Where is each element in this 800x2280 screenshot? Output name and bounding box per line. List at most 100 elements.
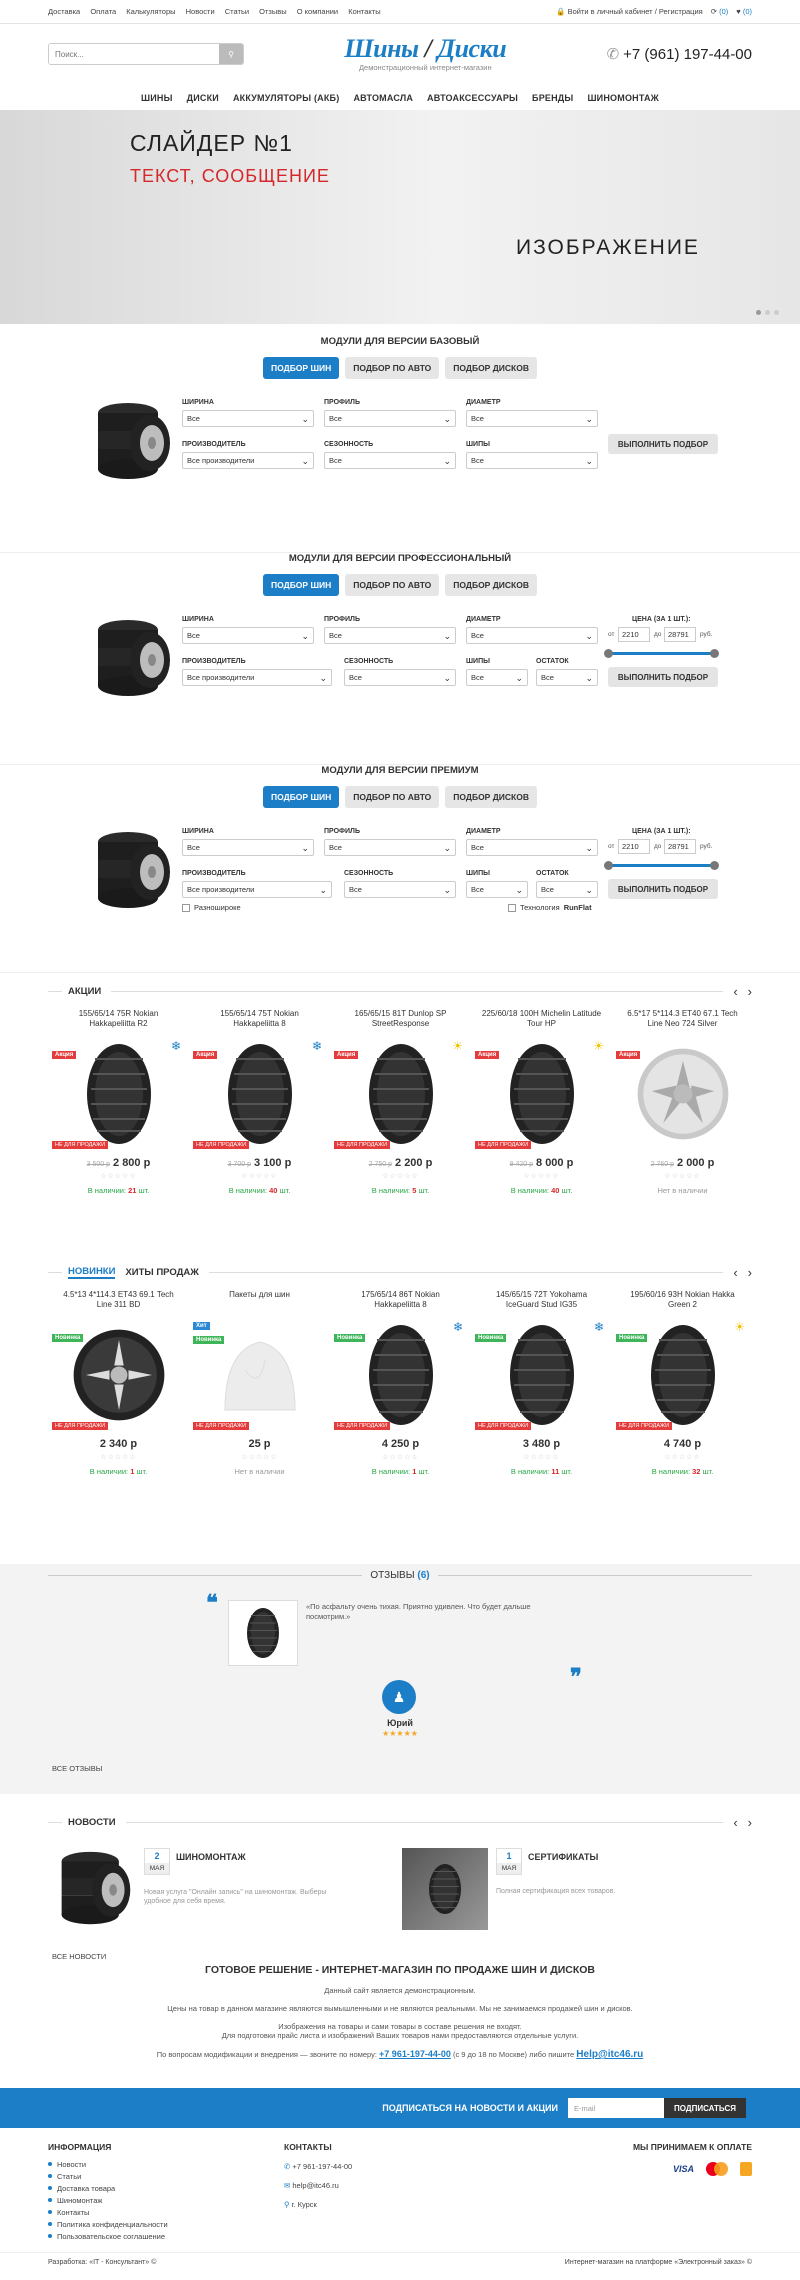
platform-credit[interactable]: Интернет-магазин на платформе «Электронн… (565, 2259, 752, 2266)
all-news-link[interactable]: ВСЕ НОВОСТИ (52, 1952, 106, 1961)
top-link-reviews[interactable]: Отзывы (259, 7, 286, 16)
footer-link[interactable]: Шиномонтаж (48, 2196, 168, 2205)
slider-dot[interactable] (765, 310, 770, 315)
select-width[interactable]: Все (182, 839, 314, 856)
footer-link[interactable]: Политика конфиденциальности (48, 2220, 168, 2229)
product-card[interactable]: Пакеты для шин Хит Новинка НЕ ДЛЯ ПРОДАЖ… (189, 1290, 330, 1476)
select-maker[interactable]: Все производители (182, 669, 332, 686)
next-arrow-icon[interactable]: › (748, 1265, 752, 1280)
news-headline[interactable]: ШИНОМОНТАЖ (176, 1852, 246, 1862)
product-card[interactable]: 145/65/15 72T Yokohama IceGuard Stud IG3… (471, 1290, 612, 1476)
product-image[interactable]: Акция (612, 1035, 753, 1153)
review-product-image[interactable] (228, 1600, 298, 1666)
select-season[interactable]: Все (324, 452, 456, 469)
select-maker[interactable]: Все производители (182, 452, 314, 469)
product-name[interactable]: 4.5*13 4*114.3 ET43 69.1 Tech Line 311 B… (48, 1290, 189, 1314)
developer-credit[interactable]: Разработка: «IT - Консультант» © (48, 2259, 156, 2266)
product-name[interactable]: 225/60/18 100H Michelin Latitude Tour HP (471, 1009, 612, 1033)
hero-slider[interactable]: СЛАЙДЕР №1 ТЕКСТ, СООБЩЕНИЕ ИЗОБРАЖЕНИЕ (0, 110, 800, 324)
footer-link[interactable]: Статьи (48, 2172, 168, 2181)
subscribe-button[interactable]: ПОДПИСАТЬСЯ (664, 2098, 746, 2118)
next-arrow-icon[interactable]: › (748, 984, 752, 999)
price-range-track[interactable] (608, 864, 714, 867)
product-name[interactable]: 165/65/15 81T Dunlop SP StreetResponse (330, 1009, 471, 1033)
product-name[interactable]: 195/60/16 93H Nokian Hakka Green 2 (612, 1290, 753, 1314)
tab-hits[interactable]: ХИТЫ ПРОДАЖ (125, 1267, 198, 1278)
nav-discs[interactable]: ДИСКИ (187, 93, 219, 103)
tab-by-car[interactable]: ПОДБОР ПО АВТО (345, 574, 440, 596)
select-profile[interactable]: Все (324, 627, 456, 644)
product-card[interactable]: 165/65/15 81T Dunlop SP StreetResponse А… (330, 1009, 471, 1195)
nav-tires[interactable]: ШИНЫ (141, 93, 173, 103)
tab-discs[interactable]: ПОДБОР ДИСКОВ (445, 357, 537, 379)
select-width[interactable]: Все (182, 410, 314, 427)
product-card[interactable]: 155/65/14 75R Nokian Hakkapeliitta R2 Ак… (48, 1009, 189, 1195)
select-profile[interactable]: Все (324, 839, 456, 856)
slider-dot[interactable] (756, 310, 761, 315)
select-season[interactable]: Все (344, 669, 456, 686)
search-input[interactable] (49, 44, 219, 64)
news-image[interactable] (52, 1848, 138, 1930)
submit-filter-button[interactable]: ВЫПОЛНИТЬ ПОДБОР (608, 879, 718, 899)
price-min-input[interactable]: 2210 (618, 839, 650, 854)
top-link-calculators[interactable]: Калькуляторы (126, 7, 175, 16)
tab-by-car[interactable]: ПОДБОР ПО АВТО (345, 786, 440, 808)
price-min-input[interactable]: 2210 (618, 627, 650, 642)
slider-dots[interactable] (756, 310, 779, 315)
product-card[interactable]: 195/60/16 93H Nokian Hakka Green 2 Новин… (612, 1290, 753, 1476)
product-image[interactable]: Акция НЕ ДЛЯ ПРОДАЖИ ☀ (330, 1035, 471, 1153)
top-link-payment[interactable]: Оплата (90, 7, 116, 16)
news-headline[interactable]: СЕРТИФИКАТЫ (528, 1852, 598, 1862)
header-phone[interactable]: ✆ +7 (961) 197-44-00 (607, 45, 752, 64)
nav-batteries[interactable]: АККУМУЛЯТОРЫ (АКБ) (233, 93, 340, 103)
select-maker[interactable]: Все производители (182, 881, 332, 898)
subscribe-email-input[interactable]: E-mail (568, 2098, 664, 2118)
nav-oils[interactable]: АВТОМАСЛА (353, 93, 413, 103)
tab-tires[interactable]: ПОДБОР ШИН (263, 574, 340, 596)
product-image[interactable]: Новинка НЕ ДЛЯ ПРОДАЖИ ☀ (612, 1316, 753, 1434)
product-name[interactable]: 6.5*17 5*114.3 ET40 67.1 Tech Line Neo 7… (612, 1009, 753, 1033)
product-name[interactable]: 175/65/14 86T Nokian Hakkapeliitta 8 (330, 1290, 471, 1314)
select-profile[interactable]: Все (324, 410, 456, 427)
select-diameter[interactable]: Все (466, 627, 598, 644)
compare-link[interactable]: ⟳ (0) (711, 7, 729, 16)
slider-dot[interactable] (774, 310, 779, 315)
product-card[interactable]: 6.5*17 5*114.3 ET40 67.1 Tech Line Neo 7… (612, 1009, 753, 1195)
next-arrow-icon[interactable]: › (748, 1815, 752, 1830)
top-link-news[interactable]: Новости (186, 7, 215, 16)
tab-tires[interactable]: ПОДБОР ШИН (263, 786, 340, 808)
product-image[interactable]: Новинка НЕ ДЛЯ ПРОДАЖИ (48, 1316, 189, 1434)
footer-link[interactable]: Контакты (48, 2208, 168, 2217)
tab-tires[interactable]: ПОДБОР ШИН (263, 357, 340, 379)
select-stock[interactable]: Все (536, 669, 598, 686)
logo[interactable]: Шины / Диски Демонстрационный интернет-м… (344, 36, 506, 73)
top-link-articles[interactable]: Статьи (225, 7, 249, 16)
wide-checkbox[interactable]: Разношироке (182, 903, 241, 912)
price-range-min-handle[interactable] (604, 649, 613, 658)
product-image[interactable]: Новинка НЕ ДЛЯ ПРОДАЖИ ❄ (471, 1316, 612, 1434)
select-spikes[interactable]: Все (466, 669, 528, 686)
footer-link[interactable]: Пользовательское соглашение (48, 2232, 168, 2241)
about-phone-link[interactable]: +7 961-197-44-00 (379, 2049, 451, 2059)
select-season[interactable]: Все (344, 881, 456, 898)
top-link-delivery[interactable]: Доставка (48, 7, 80, 16)
tab-new[interactable]: НОВИНКИ (68, 1266, 116, 1279)
search-button[interactable]: ⚲ (219, 44, 243, 64)
submit-filter-button[interactable]: ВЫПОЛНИТЬ ПОДБОР (608, 434, 718, 454)
price-range-min-handle[interactable] (604, 861, 613, 870)
tab-discs[interactable]: ПОДБОР ДИСКОВ (445, 786, 537, 808)
product-image[interactable]: Хит Новинка НЕ ДЛЯ ПРОДАЖИ (189, 1316, 330, 1434)
price-range-track[interactable] (608, 652, 714, 655)
top-link-about[interactable]: О компании (297, 7, 338, 16)
product-card[interactable]: 4.5*13 4*114.3 ET43 69.1 Tech Line 311 B… (48, 1290, 189, 1476)
select-stock[interactable]: Все (536, 881, 598, 898)
favorites-link[interactable]: ♥ (0) (736, 7, 752, 16)
nav-accessories[interactable]: АВТОАКСЕССУАРЫ (427, 93, 518, 103)
footer-link[interactable]: Доставка товара (48, 2184, 168, 2193)
price-max-input[interactable]: 28791 (664, 627, 696, 642)
footer-link[interactable]: Новости (48, 2160, 168, 2169)
select-diameter[interactable]: Все (466, 839, 598, 856)
product-image[interactable]: Акция НЕ ДЛЯ ПРОДАЖИ ☀ (471, 1035, 612, 1153)
product-name[interactable]: 155/65/14 75R Nokian Hakkapeliitta R2 (48, 1009, 189, 1033)
product-name[interactable]: Пакеты для шин (189, 1290, 330, 1314)
